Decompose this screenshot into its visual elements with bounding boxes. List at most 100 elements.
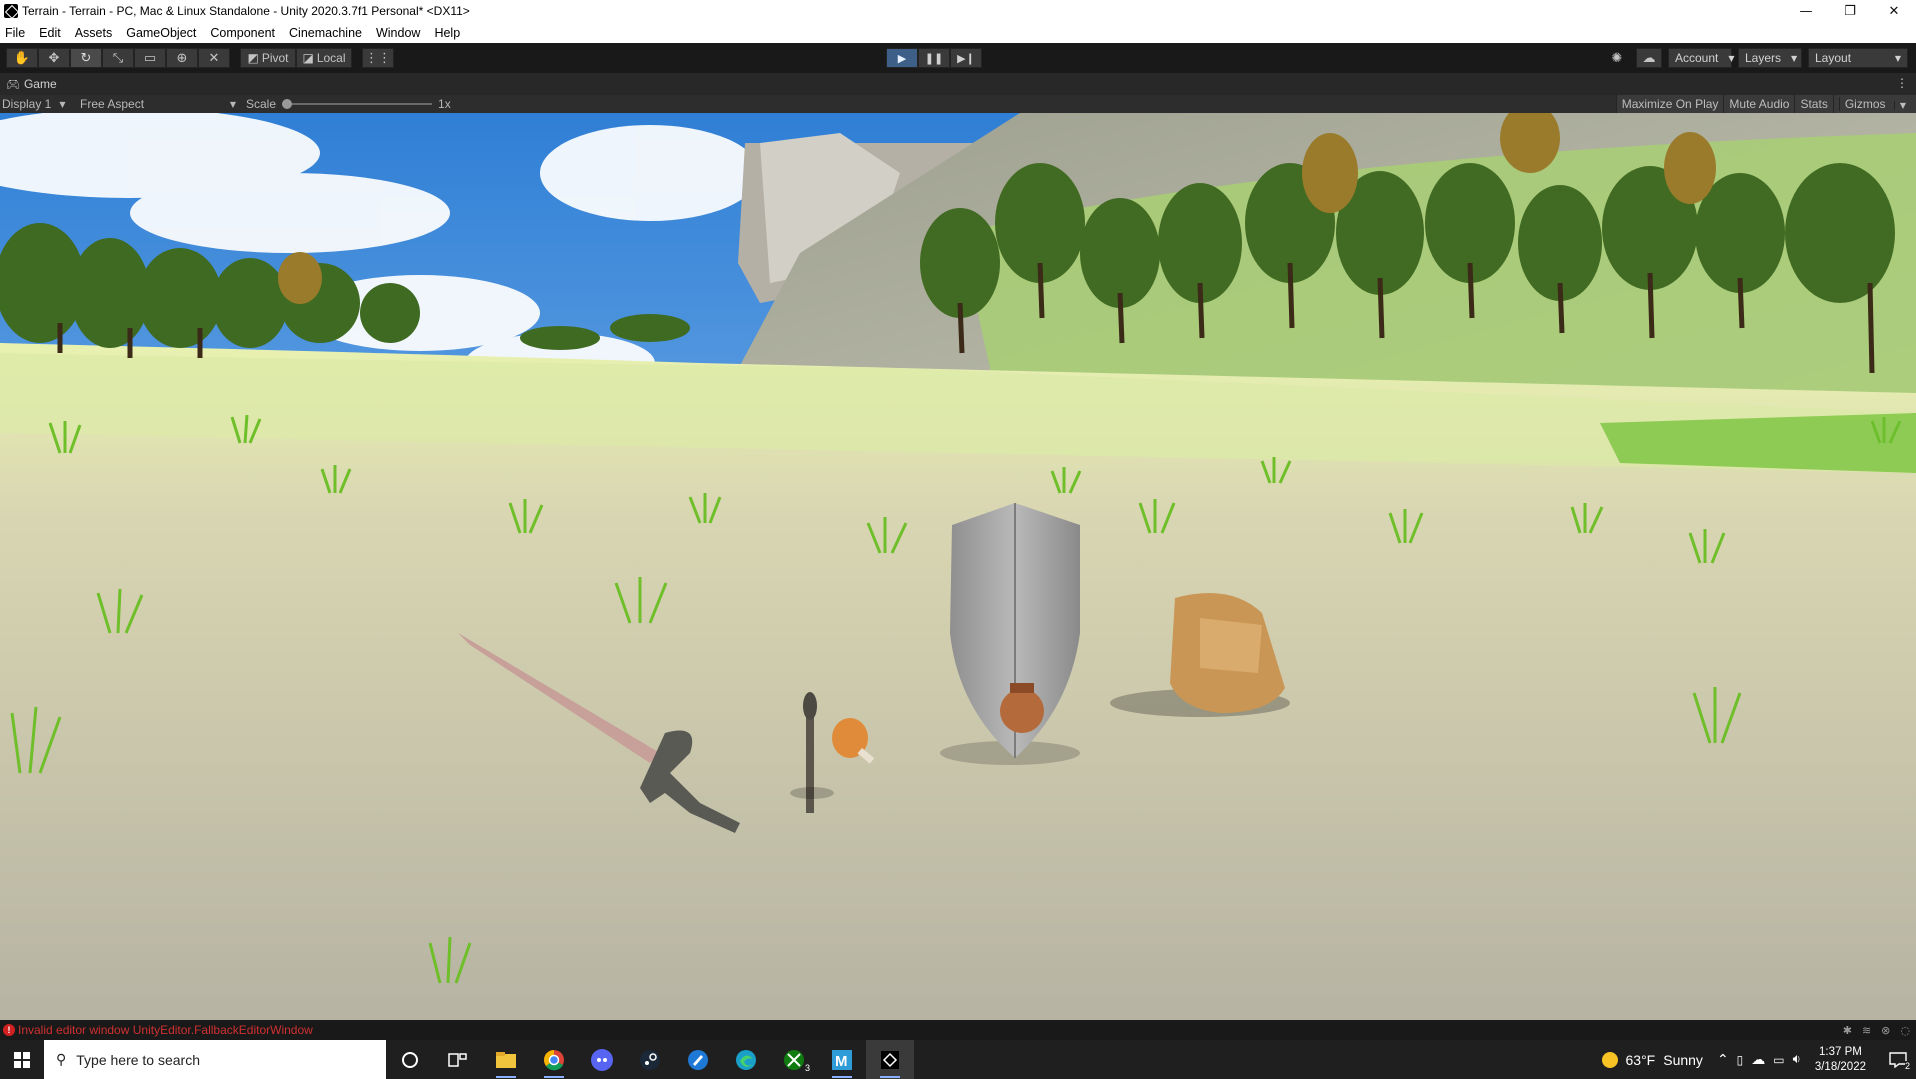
file-explorer-icon[interactable] (482, 1040, 530, 1079)
restore-button[interactable]: ❐ (1828, 0, 1872, 22)
progress-icon[interactable]: ≋ (1862, 1024, 1871, 1037)
error-icon: ! (3, 1024, 15, 1036)
main-toolbar: ✋ ✥ ↻ ⤡ ▭ ⊕ ✕ ◩ Pivot ◪ Local ⋮⋮ ▶ ❚❚ ▶❙ ✺… (0, 43, 1916, 73)
weather-sun-icon (1601, 1051, 1618, 1068)
game-view-bar: Display 1 ▼ Free Aspect ▼ Scale 1x Maximiz… (0, 95, 1916, 113)
status-icons: ✱ ≋ ⊗ ◌ (1843, 1024, 1910, 1037)
display-dropdown[interactable]: Display 1 ▼ (0, 97, 78, 111)
rect-tool-icon[interactable]: ▭ (134, 48, 166, 68)
weather-temp[interactable]: 63°F (1626, 1052, 1656, 1068)
title-bar: Terrain - Terrain - PC, Mac & Linux Stan… (0, 0, 1916, 22)
chevron-down-icon: ▼ (59, 99, 66, 109)
weather-condition[interactable]: Sunny (1663, 1052, 1703, 1068)
grid-tools: ⋮⋮ (362, 48, 394, 68)
windows-taskbar: ⚲ Type here to search 3 M 63°F Sunny ⌃ ▯… (0, 1040, 1916, 1079)
cortana-icon[interactable] (386, 1040, 434, 1079)
local-toggle-button[interactable]: ◪ Local (296, 48, 352, 68)
chevron-down-icon: ▼ (1893, 101, 1911, 110)
step-button[interactable]: ▶❙ (950, 48, 982, 68)
pivot-tools: ◩ Pivot ◪ Local (240, 48, 352, 68)
menu-file[interactable]: File (0, 26, 32, 40)
layout-dropdown[interactable]: Layout ▼ (1808, 48, 1908, 68)
menu-cinemachine[interactable]: Cinemachine (282, 26, 369, 40)
chevron-down-icon: ▼ (229, 99, 236, 109)
gizmos-dropdown[interactable]: Gizmos ▼ (1832, 95, 1916, 113)
scale-slider[interactable] (282, 99, 433, 109)
stats-toggle[interactable]: Stats (1794, 95, 1833, 113)
chrome-icon[interactable] (530, 1040, 578, 1079)
auto-generate-lighting-icon[interactable]: ⊗ (1881, 1024, 1890, 1037)
unity-logo-icon (4, 4, 18, 18)
xbox-badge: 3 (804, 1063, 810, 1073)
collab-cloud-icon[interactable]: ☁ (1636, 48, 1662, 68)
transform-tools: ✋ ✥ ↻ ⤡ ▭ ⊕ ✕ (6, 48, 230, 68)
window-title: Terrain - Terrain - PC, Mac & Linux Stan… (22, 4, 470, 18)
move-tool-icon[interactable]: ✥ (38, 48, 70, 68)
hand-tool-icon[interactable]: ✋ (6, 48, 38, 68)
maximize-on-play-toggle[interactable]: Maximize On Play (1615, 95, 1724, 113)
mute-audio-toggle[interactable]: Mute Audio (1723, 95, 1795, 113)
steam-icon[interactable] (626, 1040, 674, 1079)
menu-window[interactable]: Window (369, 26, 427, 40)
notification-center-icon[interactable]: 2 (1880, 1040, 1916, 1079)
minimize-button[interactable]: — (1784, 0, 1828, 22)
menu-bar: File Edit Assets GameObject Component Ci… (0, 22, 1916, 43)
play-button[interactable]: ▶ (886, 48, 918, 68)
pivot-toggle-button[interactable]: ◩ Pivot (240, 48, 296, 68)
play-controls: ▶ ❚❚ ▶❙ (886, 48, 982, 68)
menu-component[interactable]: Component (203, 26, 282, 40)
game-tab-bar: 🎮︎ Game ⋮ (0, 73, 1916, 95)
more-options-icon[interactable]: ⋮ (1896, 76, 1908, 90)
edge-icon[interactable] (722, 1040, 770, 1079)
grid-snap-icon[interactable]: ⋮⋮ (362, 48, 394, 68)
discord-icon[interactable] (578, 1040, 626, 1079)
taskbar-search-box[interactable]: ⚲ Type here to search (44, 1040, 386, 1079)
account-dropdown[interactable]: Account ▼ (1668, 48, 1735, 68)
close-button[interactable]: ✕ (1872, 0, 1916, 22)
game-viewport[interactable] (0, 113, 1916, 1020)
transform-tool-icon[interactable]: ⊕ (166, 48, 198, 68)
console-error-message[interactable]: Invalid editor window UnityEditor.Fallba… (18, 1023, 313, 1037)
toolbar-right: ✺ ☁ Account ▼ Layers ▼ Layout ▼ (1604, 48, 1908, 68)
search-icon: ⚲ (56, 1051, 67, 1068)
device-icon[interactable]: ▯ (1737, 1053, 1744, 1067)
chevron-up-icon[interactable]: ⌃ (1717, 1052, 1729, 1068)
xbox-icon[interactable]: 3 (770, 1040, 818, 1079)
services-icon[interactable]: ✺ (1604, 48, 1630, 68)
chevron-down-icon: ▼ (1894, 53, 1901, 63)
pause-button[interactable]: ❚❚ (918, 48, 950, 68)
network-icon[interactable]: ▭ (1773, 1053, 1784, 1067)
settings-icon[interactable]: ◌ (1900, 1024, 1910, 1037)
tab-game[interactable]: 🎮︎ Game (0, 77, 57, 91)
status-bar: ! Invalid editor window UnityEditor.Fall… (0, 1020, 1916, 1040)
onedrive-icon[interactable]: ☁ (1751, 1052, 1765, 1068)
gamepad-icon: 🎮︎ (6, 77, 20, 91)
menu-edit[interactable]: Edit (32, 26, 68, 40)
windows-start-button[interactable] (0, 1040, 44, 1079)
game-view-options: Maximize On Play Mute Audio Stats Gizmos… (1615, 95, 1916, 113)
menu-help[interactable]: Help (427, 26, 467, 40)
local-icon: ◪ (302, 51, 314, 65)
paint-3d-icon[interactable] (674, 1040, 722, 1079)
layers-dropdown[interactable]: Layers ▼ (1738, 48, 1802, 68)
pivot-icon: ◩ (247, 51, 259, 65)
game-scene (0, 113, 1916, 1020)
rotate-tool-icon[interactable]: ↻ (70, 48, 102, 68)
menu-gameobject[interactable]: GameObject (119, 26, 203, 40)
scale-tool-icon[interactable]: ⤡ (102, 48, 134, 68)
system-tray: 63°F Sunny ⌃ ▯ ☁ ▭ 🔉︎ 1:37 PM 3/18/2022 … (1601, 1040, 1916, 1079)
menu-assets[interactable]: Assets (68, 26, 120, 40)
taskbar-clock[interactable]: 1:37 PM 3/18/2022 (1815, 1045, 1866, 1075)
chevron-down-icon: ▼ (1728, 53, 1735, 63)
bug-icon[interactable]: ✱ (1843, 1024, 1852, 1037)
volume-icon[interactable]: 🔉︎ (1793, 1052, 1801, 1067)
notification-count: 2 (1904, 1061, 1910, 1071)
scale-control: Scale 1x (246, 97, 451, 111)
aspect-dropdown[interactable]: Free Aspect ▼ (78, 97, 238, 111)
chevron-down-icon: ▼ (1791, 53, 1798, 63)
malwarebytes-icon[interactable]: M (818, 1040, 866, 1079)
unity-taskbar-icon[interactable] (866, 1040, 914, 1079)
task-view-icon[interactable] (434, 1040, 482, 1079)
windows-logo-icon (14, 1051, 30, 1068)
custom-tool-icon[interactable]: ✕ (198, 48, 230, 68)
